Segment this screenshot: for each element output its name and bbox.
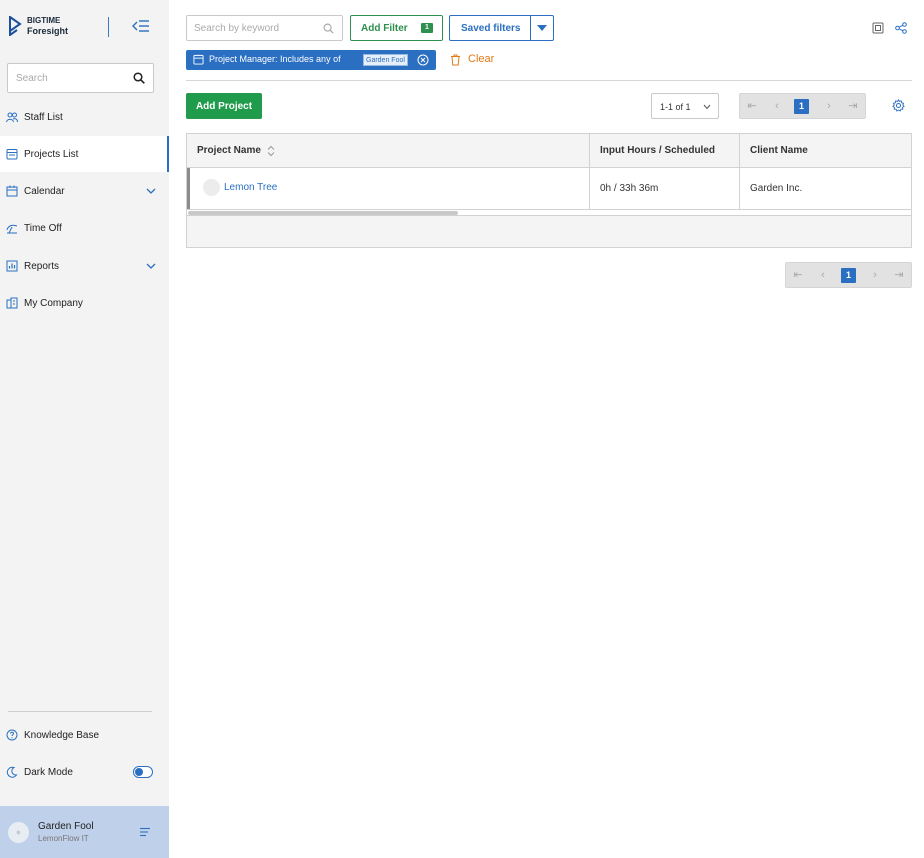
- sidebar-item-label: Reports: [24, 260, 60, 272]
- projects-table: Project Name Input Hours / Scheduled Cli…: [186, 133, 912, 248]
- gear-icon[interactable]: [892, 99, 905, 112]
- sidebar-item-my-company[interactable]: My Company: [0, 285, 169, 321]
- toggle-knob: [135, 768, 143, 776]
- clear-label: Clear: [468, 53, 495, 65]
- logo-line1: BIGTIME: [27, 16, 61, 25]
- add-filter-button[interactable]: Add Filter 1: [350, 15, 443, 41]
- input-hours-cell: 0h / 33h 36m: [589, 168, 739, 209]
- company-icon: [6, 297, 18, 309]
- filter-chip-value: Garden Fool: [363, 54, 408, 66]
- filter-count-badge: 1: [421, 23, 433, 33]
- column-header-project-name[interactable]: Project Name: [187, 134, 589, 168]
- keyword-search-input[interactable]: [187, 16, 317, 40]
- dark-mode-label: Dark Mode: [24, 766, 73, 778]
- app-logo[interactable]: BIGTIME Foresight: [8, 16, 68, 36]
- sidebar-item-label: Calendar: [24, 185, 65, 197]
- staff-icon: [6, 112, 18, 123]
- column-header-input-hours[interactable]: Input Hours / Scheduled: [589, 134, 739, 168]
- saved-filters-button[interactable]: Saved filters: [449, 15, 554, 41]
- export-icon[interactable]: [872, 22, 884, 34]
- add-project-button[interactable]: Add Project: [186, 93, 262, 119]
- close-circle-icon[interactable]: [417, 54, 429, 66]
- projects-icon: [193, 54, 204, 65]
- range-select[interactable]: 1-1 of 1: [651, 93, 719, 119]
- sidebar-item-knowledge-base[interactable]: Knowledge Base: [0, 717, 169, 753]
- logo-line2: Foresight: [27, 26, 69, 36]
- first-page-icon[interactable]: ⇤: [786, 263, 810, 287]
- sidebar-item-reports[interactable]: Reports: [0, 248, 169, 284]
- prev-page-icon[interactable]: ‹: [765, 94, 789, 118]
- collapse-sidebar-icon[interactable]: [132, 19, 150, 33]
- dark-mode-toggle[interactable]: [133, 766, 153, 778]
- next-page-icon[interactable]: ›: [817, 94, 841, 118]
- column-header-label: Client Name: [750, 145, 808, 156]
- pagination-bottom: ⇤ ‹ 1 › ⇥: [785, 262, 912, 288]
- current-page[interactable]: 1: [794, 99, 809, 114]
- pagination-top: ⇤ ‹ 1 › ⇥: [739, 93, 866, 119]
- sidebar-divider: [8, 711, 152, 712]
- project-avatar: [203, 179, 220, 196]
- sidebar-item-label: Staff List: [24, 111, 63, 123]
- moon-icon: [6, 766, 18, 778]
- project-link[interactable]: Lemon Tree: [224, 182, 277, 194]
- add-filter-label: Add Filter: [361, 23, 408, 34]
- sidebar-item-label: Projects List: [24, 148, 79, 160]
- avatar: ●: [8, 822, 29, 843]
- sidebar-item-projects-list[interactable]: Projects List: [0, 136, 169, 172]
- active-filter-chip[interactable]: Project Manager: Includes any of Garden …: [186, 50, 436, 70]
- first-page-icon[interactable]: ⇤: [740, 94, 764, 118]
- scrollbar-thumb[interactable]: [188, 211, 458, 215]
- table-row[interactable]: Lemon Tree 0h / 33h 36m Garden Inc.: [187, 168, 911, 209]
- prev-page-icon[interactable]: ‹: [811, 263, 835, 287]
- next-page-icon[interactable]: ›: [863, 263, 887, 287]
- sidebar-item-label: My Company: [24, 297, 83, 309]
- last-page-icon[interactable]: ⇥: [887, 263, 911, 287]
- user-name: Garden Fool: [38, 821, 94, 832]
- project-name-cell: Lemon Tree: [190, 168, 589, 209]
- share-icon[interactable]: [895, 22, 907, 34]
- sidebar-search-input[interactable]: [8, 64, 118, 92]
- split-divider: [530, 16, 531, 40]
- chevron-down-icon: [703, 104, 711, 110]
- chevron-down-icon[interactable]: [146, 187, 156, 195]
- current-page[interactable]: 1: [841, 268, 856, 283]
- knowledge-base-label: Knowledge Base: [24, 729, 100, 741]
- divider: [186, 80, 912, 81]
- menu-icon[interactable]: [139, 827, 151, 837]
- table-header: Project Name Input Hours / Scheduled Cli…: [187, 134, 911, 168]
- chevron-down-icon[interactable]: [146, 262, 156, 270]
- range-label: 1-1 of 1: [660, 102, 691, 112]
- logo-divider: [108, 17, 109, 37]
- sidebar-item-calendar[interactable]: Calendar: [0, 173, 169, 209]
- reports-icon: [6, 260, 18, 272]
- saved-filters-label: Saved filters: [461, 23, 521, 34]
- client-name-cell: Garden Inc.: [739, 168, 911, 209]
- column-header-label: Project Name: [197, 145, 261, 156]
- keyword-search: [186, 15, 343, 41]
- calendar-icon: [6, 185, 18, 197]
- projects-icon: [6, 149, 18, 160]
- column-header-label: Input Hours / Scheduled: [600, 145, 716, 156]
- user-org: LemonFlow IT: [38, 834, 89, 843]
- last-page-icon[interactable]: ⇥: [841, 94, 865, 118]
- sidebar-item-staff-list[interactable]: Staff List: [0, 99, 169, 135]
- trash-icon: [451, 54, 460, 66]
- sidebar-search: [7, 63, 154, 93]
- sort-icon[interactable]: [267, 145, 275, 157]
- sidebar-item-time-off[interactable]: Time Off: [0, 210, 169, 246]
- sidebar-item-label: Time Off: [24, 222, 62, 234]
- time-off-icon: [6, 224, 18, 234]
- sidebar: BIGTIME Foresight Staff List P: [0, 0, 169, 858]
- logo-mark-icon: [9, 16, 22, 36]
- horizontal-scrollbar[interactable]: [187, 209, 911, 216]
- help-icon: [6, 729, 18, 741]
- search-icon[interactable]: [133, 72, 145, 84]
- column-header-client-name[interactable]: Client Name: [739, 134, 911, 168]
- caret-down-icon[interactable]: [537, 25, 547, 32]
- filter-chip-label: Project Manager: Includes any of: [209, 54, 341, 64]
- search-icon[interactable]: [323, 23, 334, 34]
